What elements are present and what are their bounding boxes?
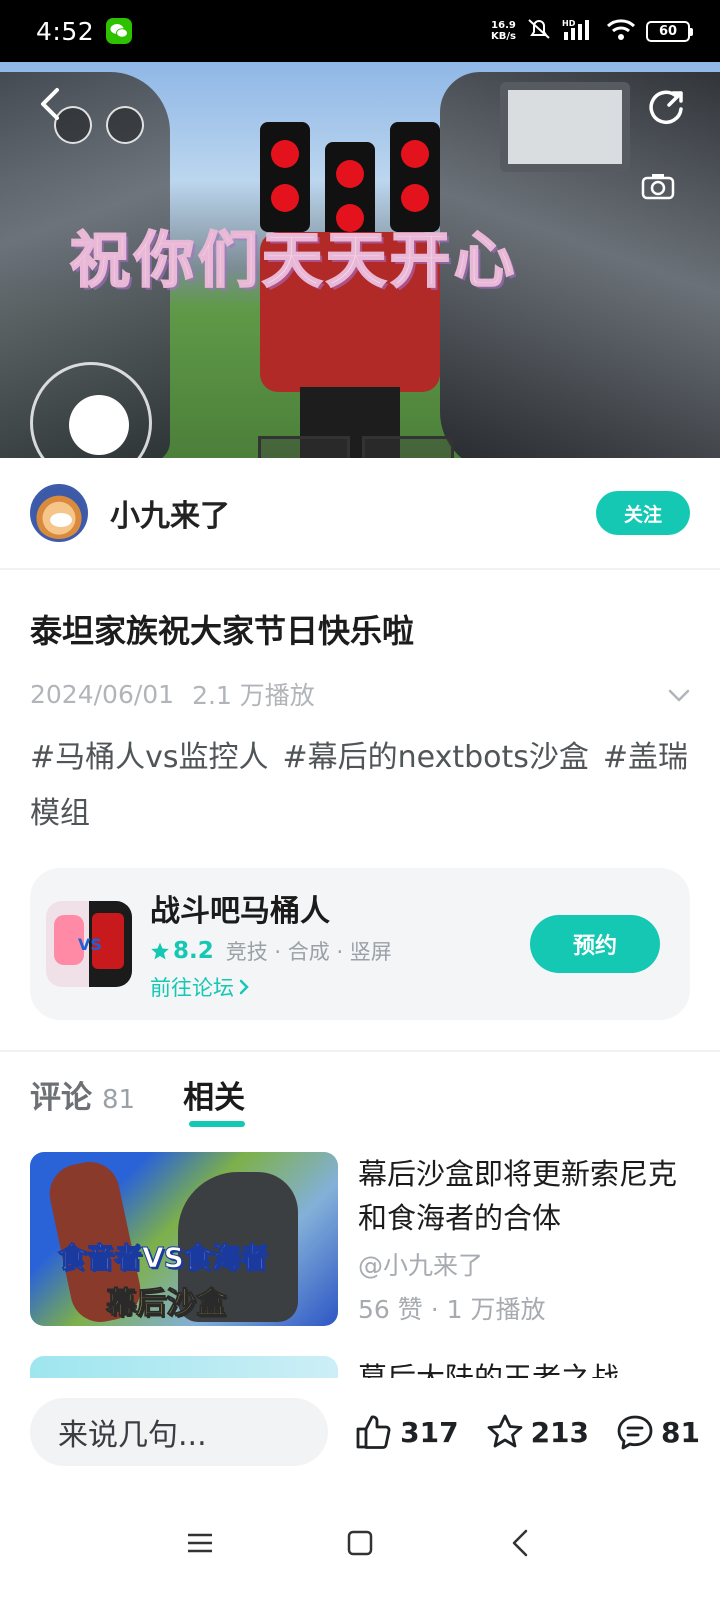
tab-comments-count: 81 — [102, 1085, 136, 1115]
tab-bar: 评论 81 相关 — [30, 1072, 246, 1127]
post-views: 2.1 万播放 — [192, 681, 315, 710]
system-nav-bar — [0, 1486, 720, 1600]
tab-related-label: 相关 — [183, 1080, 246, 1116]
author-name[interactable]: 小九来了 — [110, 491, 230, 535]
thumbs-up-icon — [356, 1415, 391, 1449]
reserve-button[interactable]: 预约 — [530, 915, 660, 973]
post-meta: 2024/06/01 2.1 万播放 — [30, 676, 690, 712]
wifi-icon — [606, 18, 636, 44]
forum-link[interactable]: 前往论坛 — [150, 972, 392, 1002]
menu-icon[interactable] — [180, 1523, 220, 1563]
hotbar-slot — [258, 436, 350, 458]
game-icon-vs: VS — [78, 935, 102, 954]
like-count: 317 — [400, 1415, 459, 1449]
post-title: 泰坦家族祝大家节日快乐啦 — [30, 612, 415, 650]
game-eraser-button — [106, 106, 144, 144]
related-item[interactable]: 食音者VS食海者 幕后沙盒 幕后沙盒即将更新索尼克和食海者的合体 @小九来了 5… — [30, 1152, 690, 1326]
section-divider — [0, 1050, 720, 1052]
signal-icon: HD — [562, 18, 596, 44]
game-hotbar — [258, 436, 454, 458]
comment-bubble-icon — [617, 1415, 653, 1450]
bottom-action-bar: 来说几句... 317 213 81 — [0, 1378, 720, 1486]
game-tags: 竞技 · 合成 · 竖屏 — [225, 940, 392, 964]
net-speed-unit: KB/s — [491, 31, 516, 42]
game-card[interactable]: VS 战斗吧马桶人 8.2 竞技 · 合成 · 竖屏 前往论坛 预约 — [30, 868, 690, 1020]
game-rating: 8.2 — [150, 938, 214, 964]
status-bar: 4:52 16.9 KB/s HD 60 — [0, 0, 720, 62]
game-rating-value: 8.2 — [173, 938, 214, 964]
tab-related[interactable]: 相关 — [183, 1072, 246, 1127]
mute-alarm-icon — [526, 17, 552, 45]
comment-input[interactable]: 来说几句... — [30, 1398, 329, 1466]
thumb-text-line2: 幕后沙盒 — [106, 1286, 227, 1322]
related-stats: 56 赞 · 1 万播放 — [358, 1295, 546, 1324]
hashtags: #马桶人vs监控人 #幕后的nextbots沙盒 #盖瑞模组 — [30, 730, 690, 842]
wechat-notification-icon — [106, 18, 133, 44]
camera-icon — [638, 170, 678, 202]
svg-text:HD: HD — [562, 19, 576, 28]
related-title: 幕后大陆的王者之战 — [358, 1361, 620, 1380]
battery-icon: 60 — [646, 20, 693, 42]
hotbar-slot — [362, 436, 454, 458]
back-arrow-icon[interactable] — [30, 84, 70, 124]
status-time: 4:52 — [36, 16, 95, 46]
video-overlay-text: 祝你们天天开心 — [69, 225, 518, 297]
comment-button[interactable]: 81 — [615, 1412, 700, 1452]
tab-comments-label: 评论 — [30, 1080, 92, 1116]
game-icon[interactable]: VS — [46, 901, 132, 987]
favorite-button[interactable]: 213 — [485, 1412, 589, 1452]
follow-button[interactable]: 关注 — [596, 491, 690, 535]
chevron-down-icon[interactable] — [668, 680, 690, 709]
home-icon[interactable] — [340, 1523, 380, 1563]
like-button[interactable]: 317 — [354, 1412, 459, 1452]
related-thumbnail[interactable] — [30, 1356, 338, 1380]
chevron-right-icon — [239, 979, 249, 995]
game-name: 战斗吧马桶人 — [150, 894, 330, 929]
star-icon — [151, 942, 169, 960]
net-speed-value: 16.9 — [491, 20, 516, 31]
author-row: 小九来了 关注 — [0, 458, 720, 570]
hashtag[interactable]: #马桶人vs监控人 — [30, 740, 269, 775]
battery-level: 60 — [658, 23, 678, 39]
related-item[interactable]: 幕后大陆的王者之战 — [30, 1356, 690, 1380]
video-player[interactable]: 祝你们天天开心 — [0, 62, 720, 458]
post-date: 2024/06/01 — [30, 679, 175, 709]
favorite-count: 213 — [530, 1415, 590, 1449]
share-icon[interactable] — [644, 84, 690, 130]
related-title: 幕后沙盒即将更新索尼克和食海者的合体 — [358, 1157, 678, 1235]
tab-comments[interactable]: 评论 81 — [30, 1072, 135, 1117]
forum-link-label: 前往论坛 — [150, 976, 234, 1000]
hashtag[interactable]: #幕后的nextbots沙盒 — [283, 740, 589, 775]
net-speed: 16.9 KB/s — [491, 20, 516, 42]
related-author: @小九来了 — [358, 1251, 484, 1280]
comment-count: 81 — [661, 1415, 700, 1449]
avatar[interactable] — [30, 484, 88, 542]
thumb-text-line1: 食音者VS食海者 — [58, 1241, 269, 1275]
scene-tv-head — [500, 82, 630, 172]
back-icon[interactable] — [500, 1523, 540, 1563]
related-thumbnail[interactable]: 食音者VS食海者 幕后沙盒 — [30, 1152, 338, 1326]
star-outline-icon — [487, 1414, 522, 1448]
